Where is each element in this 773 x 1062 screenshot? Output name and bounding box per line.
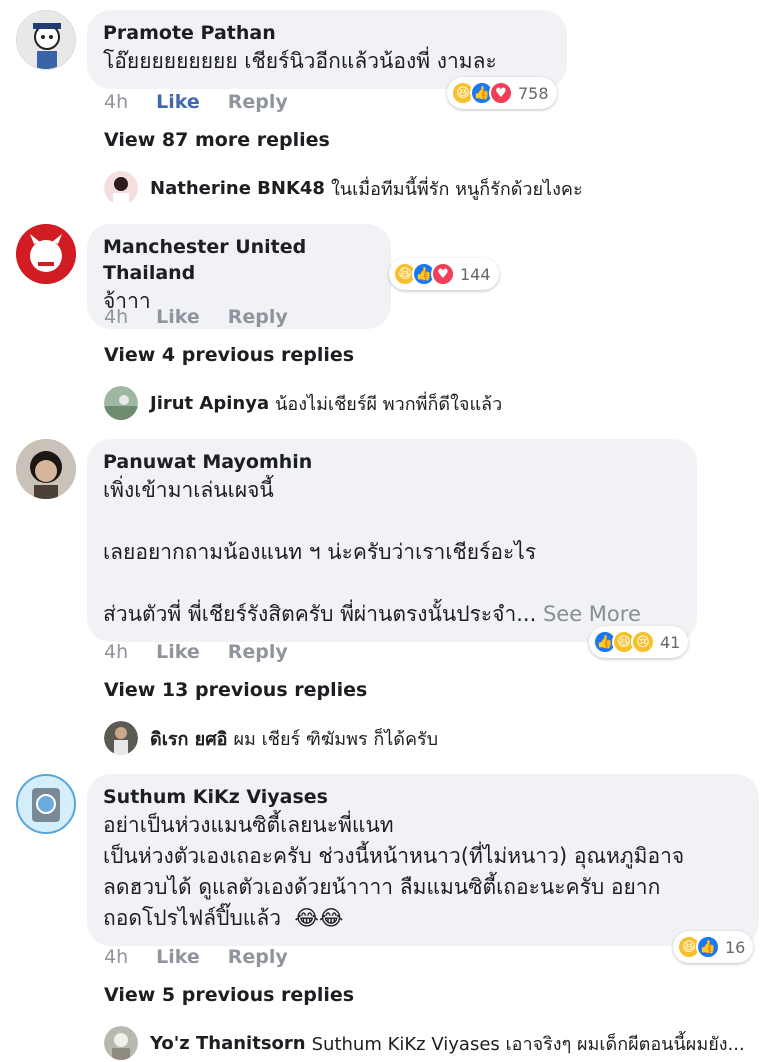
reaction-summary[interactable]: 👍 😆 😢 41 [589,626,689,658]
view-replies-link[interactable]: View 13 previous replies [104,679,367,701]
reaction-summary[interactable]: 😆 👍 16 [673,931,754,963]
reply-avatar[interactable] [104,171,138,205]
avatar[interactable] [16,439,76,499]
comment-author[interactable]: Pramote Pathan [103,20,551,46]
love-icon: ♥ [431,262,455,286]
reaction-summary[interactable]: 😆 👍 ♥ 758 [447,77,557,109]
comment-actions: 4h Like Reply [104,946,316,968]
avatar[interactable] [16,10,76,70]
reaction-count: 758 [518,83,549,103]
reply-avatar[interactable] [104,1026,138,1060]
like-button[interactable]: Like [156,641,200,663]
reply-text: ผม เชียร์ ฑิฆัมพร ก็ได้ครับ [233,728,439,750]
like-button[interactable]: Like [156,306,200,328]
see-more-link[interactable]: See More [536,602,641,626]
reply-author[interactable]: Jirut Apinya [150,393,269,414]
reply-text: น้องไม่เชียร์ผี พวกพี่ก็ดีใจแล้ว [275,393,503,415]
reaction-count: 144 [460,264,491,284]
top-reply[interactable]: Jirut Apinya น้องไม่เชียร์ผี พวกพี่ก็ดีใ… [104,386,764,420]
comment-time: 4h [104,306,129,328]
like-icon: 👍 [696,935,720,959]
comment-time: 4h [104,946,129,968]
reply-button[interactable]: Reply [228,641,288,663]
like-button[interactable]: Like [156,91,200,113]
avatar[interactable] [16,224,76,284]
comment-text: โอ๊ยยยยยยยยย เชียร์นิวอีกแล้วน้องพี่ งาม… [103,49,497,73]
reply-author[interactable]: Yo'z Thanitsorn [150,1033,306,1054]
reaction-count: 16 [725,937,746,957]
view-replies-link[interactable]: View 5 previous replies [104,984,354,1006]
sad-icon: 😢 [631,630,655,654]
like-button[interactable]: Like [156,946,200,968]
comment-actions: 4h Like Reply [104,641,316,663]
reply-text: ในเมื่อทีมนี้พี่รัก หนูก็รักด้วยไงคะ [330,178,583,200]
reaction-count: 41 [660,632,681,652]
reply-text: Suthum KiKz Viyases เอาจริงๆ ผมเด็กผีตอน… [311,1033,745,1055]
comment-actions: 4h Like Reply [104,306,316,328]
comment-author[interactable]: Manchester United Thailand [103,234,375,286]
reply-author[interactable]: ดิเรก ยศอิ [150,724,227,753]
top-reply[interactable]: Natherine BNK48 ในเมื่อทีมนี้พี่รัก หนูก… [104,171,764,205]
reply-button[interactable]: Reply [228,91,288,113]
avatar[interactable] [16,774,76,834]
love-icon: ♥ [489,81,513,105]
reply-button[interactable]: Reply [228,306,288,328]
reaction-summary[interactable]: 😆 👍 ♥ 144 [389,258,499,290]
comment-time: 4h [104,91,129,113]
comment-author[interactable]: Suthum KiKz Viyases [103,784,743,810]
top-reply[interactable]: ดิเรก ยศอิ ผม เชียร์ ฑิฆัมพร ก็ได้ครับ [104,721,764,755]
reply-avatar[interactable] [104,721,138,755]
comment-time: 4h [104,641,129,663]
comment-body: เพิ่งเข้ามาเล่นเผจนี้ เลยอยากถามน้องแนท … [103,478,537,626]
comment-bubble: Panuwat Mayomhin เพิ่งเข้ามาเล่นเผจนี้ เ… [87,439,697,642]
view-replies-link[interactable]: View 87 more replies [104,129,330,151]
reply-author[interactable]: Natherine BNK48 [150,178,325,199]
comment-text: เพิ่งเข้ามาเล่นเผจนี้ เลยอยากถามน้องแนท … [103,475,681,630]
reply-avatar[interactable] [104,386,138,420]
comment-bubble: Suthum KiKz Viyases อย่าเป็นห่วงแมนซิตี้… [87,774,759,946]
comment-actions: 4h Like Reply [104,91,316,113]
view-replies-link[interactable]: View 4 previous replies [104,344,354,366]
top-reply[interactable]: Yo'z Thanitsorn Suthum KiKz Viyases เอาจ… [104,1026,764,1060]
comment-text: อย่าเป็นห่วงแมนซิตี้เลยนะพี่แนท เป็นห่วง… [103,813,685,930]
comment-author[interactable]: Panuwat Mayomhin [103,449,681,475]
reply-button[interactable]: Reply [228,946,288,968]
